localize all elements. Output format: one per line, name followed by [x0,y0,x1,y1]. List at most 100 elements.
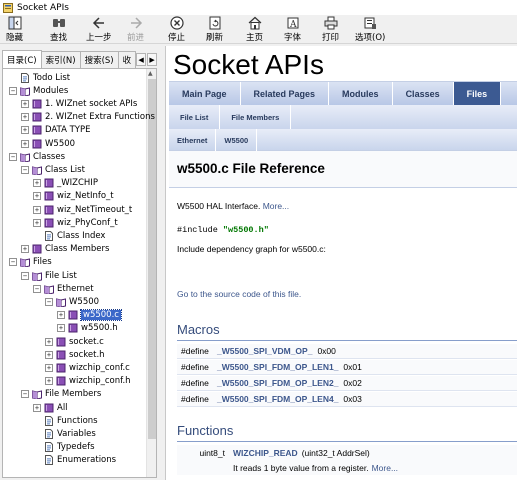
scroll-thumb[interactable] [148,79,156,439]
tab-files[interactable]: Files [453,82,502,105]
tree-item[interactable]: − Class List [21,163,85,176]
expand-icon[interactable]: + [33,192,41,201]
home-button[interactable]: 主页 [246,16,263,43]
expand-icon[interactable]: + [33,403,41,412]
tree-item[interactable]: − Modules [9,84,68,97]
options-button[interactable]: 选项(O) [355,16,385,43]
tree-item[interactable]: Variables [33,427,96,440]
macro-link[interactable]: _W5500_SPI_FDM_OP_LEN4_ [217,394,338,404]
tree-item[interactable]: − File List [21,269,77,282]
expand-icon[interactable]: + [57,324,65,333]
tree-item[interactable]: + Class Members [21,243,109,256]
tree-item[interactable]: + w5500.c [57,309,122,322]
collapse-icon[interactable]: − [21,271,29,280]
tree-item[interactable]: − W5500 [45,295,99,308]
expand-icon[interactable]: + [21,99,29,108]
tree-item[interactable]: Enumerations [33,454,116,467]
tree-item[interactable]: Functions [33,414,98,427]
tree-item[interactable]: − File Members [21,388,101,401]
collapse-icon[interactable]: − [33,284,41,293]
expand-icon[interactable]: + [45,363,53,372]
collapse-icon[interactable]: − [9,86,17,95]
tree-item[interactable]: + All [33,401,68,414]
breadcrumb-item-w5500[interactable]: W5500 [216,129,258,151]
function-link[interactable]: WIZCHIP_READ [233,448,298,458]
tab-main-page[interactable]: Main Page [169,82,241,105]
tree-item[interactable]: + wizchip_conf.c [45,361,130,374]
macros-heading: Macros [177,322,220,337]
collapse-icon[interactable]: − [21,165,29,174]
tab-classes[interactable]: Classes [393,82,454,105]
expand-icon[interactable]: + [45,377,53,386]
back-button[interactable]: 上一步 [86,16,112,43]
tree-item[interactable]: + wiz_PhyConf_t [33,216,118,229]
expand-icon[interactable]: + [33,218,41,227]
tree-item[interactable]: + DATA TYPE [21,124,90,137]
tree-scrollbar[interactable]: ▲ [146,69,156,477]
tree-item[interactable]: − Classes [9,150,65,163]
tree-item[interactable]: + wiz_NetInfo_t [33,190,114,203]
macro-link[interactable]: _W5500_SPI_VDM_OP_ [217,346,312,356]
expand-icon[interactable]: + [21,245,29,254]
tab-index[interactable]: 索引(N) [40,51,81,68]
book-open-icon [32,390,42,400]
page-icon [21,72,29,83]
expand-icon[interactable]: + [33,179,41,188]
source-code-link[interactable]: Go to the source code of this file. [177,289,301,299]
find-button[interactable]: 查找 [50,16,67,43]
tree-item[interactable]: + w5500.h [57,322,118,335]
tab-scroll-left-button[interactable]: ◀ [136,53,147,66]
tab-file-list[interactable]: File List [169,105,221,129]
tree-item[interactable]: Todo List [9,71,70,84]
tab-file-members[interactable]: File Members [220,105,292,129]
font-button[interactable]: A 字体 [284,16,301,43]
print-button[interactable]: 打印 [322,16,339,43]
tab-related-pages[interactable]: Related Pages [241,82,330,105]
more-link[interactable]: More... [263,201,289,211]
stop-button[interactable]: 停止 [168,16,185,43]
tab-favorites[interactable]: 收 [117,51,137,68]
tree-item[interactable]: + wizchip_conf.h [45,375,131,388]
expand-icon[interactable]: + [45,350,53,359]
macro-row: #define _W5500_SPI_FDM_OP_LEN4_ 0x03 [177,392,517,407]
collapse-icon[interactable]: − [45,297,53,306]
expand-icon[interactable]: + [57,311,65,320]
scroll-up-icon[interactable]: ▲ [148,70,153,77]
tree-item[interactable]: +2. WIZnet Extra Functions [21,111,155,124]
tree-item[interactable]: + W5500 [21,137,75,150]
forward-button[interactable]: 前进 [127,16,144,43]
tree-item[interactable]: + socket.h [45,348,105,361]
expand-icon[interactable]: + [21,113,29,122]
tree-item[interactable]: Typedefs [33,441,95,454]
function-more-link[interactable]: More... [372,463,398,473]
tree-item[interactable]: − Files [9,256,52,269]
tree-item[interactable]: + socket.c [45,335,104,348]
macro-link[interactable]: _W5500_SPI_FDM_OP_LEN2_ [217,378,338,388]
tree-item[interactable]: Class Index [33,229,105,242]
home-icon [248,16,261,30]
expand-icon[interactable]: + [21,126,29,135]
expand-icon[interactable]: + [45,337,53,346]
refresh-icon [209,16,220,30]
expand-icon[interactable]: + [21,139,29,148]
book-icon [56,350,66,360]
tree-item-label: wiz_PhyConf_t [57,217,118,228]
tree-item[interactable]: + wiz_NetTimeout_t [33,203,132,216]
tree-item[interactable]: +1. WIZnet socket APIs [21,97,137,110]
include-file-link[interactable]: "w5500.h" [223,225,269,235]
collapse-icon[interactable]: − [21,390,29,399]
tab-contents[interactable]: 目录(C) [2,50,42,68]
tab-scroll-right-button[interactable]: ▶ [147,53,158,66]
breadcrumb-item-ethernet[interactable]: Ethernet [169,129,217,151]
hide-button[interactable]: 隐藏 [6,16,23,43]
collapse-icon[interactable]: − [9,152,17,161]
refresh-button[interactable]: 刷新 [206,16,223,43]
tab-modules[interactable]: Modules [329,82,393,105]
tree-item[interactable]: + _WIZCHIP [33,177,98,190]
tab-search[interactable]: 搜索(S) [79,51,119,68]
collapse-icon[interactable]: − [9,258,17,267]
expand-icon[interactable]: + [33,205,41,214]
macro-link[interactable]: _W5500_SPI_FDM_OP_LEN1_ [217,362,338,372]
book-open-icon [32,166,42,175]
tree-item[interactable]: − Ethernet [33,282,94,295]
